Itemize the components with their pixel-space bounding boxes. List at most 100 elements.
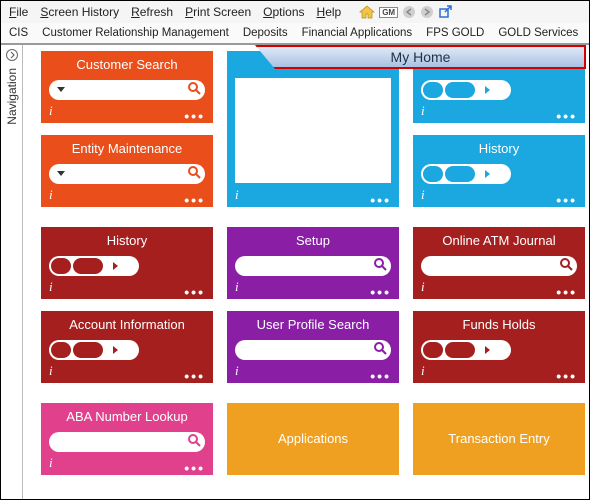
- info-icon[interactable]: i: [235, 363, 239, 379]
- tile-body: [235, 78, 391, 183]
- more-icon[interactable]: •••: [370, 373, 391, 379]
- toolbar-icons: GM: [359, 5, 452, 19]
- tile-title: History: [49, 233, 205, 248]
- tile-search-input[interactable]: [49, 432, 205, 452]
- tile-history-blue[interactable]: History i •••: [413, 135, 585, 207]
- tile-title: Setup: [235, 233, 391, 248]
- tile-pill-nav[interactable]: [421, 164, 511, 184]
- more-icon[interactable]: •••: [184, 373, 205, 379]
- content-area: My Home Customer Search i••• En: [23, 45, 589, 499]
- tile-title: Account Information: [49, 317, 205, 332]
- more-icon[interactable]: •••: [556, 197, 577, 203]
- tile-customer-search[interactable]: Customer Search i •••: [41, 51, 213, 123]
- menu-options[interactable]: Options: [263, 5, 304, 19]
- tile-history-maroon[interactable]: History i •••: [41, 227, 213, 299]
- tile-setup[interactable]: Setup i •••: [227, 227, 399, 299]
- tile-online-atm[interactable]: Online ATM Journal i •••: [413, 227, 585, 299]
- info-icon[interactable]: i: [235, 279, 239, 295]
- gm-icon[interactable]: GM: [379, 7, 398, 18]
- tile-search-input[interactable]: [49, 80, 205, 100]
- dropdown-icon[interactable]: [57, 171, 65, 176]
- menu-screen-history[interactable]: Screen History: [40, 5, 119, 19]
- search-icon[interactable]: [559, 257, 573, 274]
- tiles-wrap: Customer Search i ••• Entity Maintenance: [41, 51, 579, 475]
- menu-refresh[interactable]: Refresh: [131, 5, 173, 19]
- more-icon[interactable]: •••: [370, 289, 391, 295]
- tile-applications[interactable]: Applications: [227, 403, 399, 475]
- navbar: CIS Customer Relationship Management Dep…: [1, 23, 589, 45]
- main-area: Navigation My Home Customer Search i •••: [1, 45, 589, 499]
- home-icon[interactable]: [359, 5, 375, 19]
- forward-icon: [420, 5, 434, 19]
- search-icon[interactable]: [187, 165, 201, 182]
- nav-deposits[interactable]: Deposits: [243, 27, 288, 39]
- tile-search-input[interactable]: [421, 256, 577, 276]
- my-home-banner[interactable]: My Home: [255, 45, 586, 69]
- tile-pill-nav[interactable]: [421, 80, 511, 100]
- dropdown-icon[interactable]: [57, 87, 65, 92]
- search-icon[interactable]: [187, 433, 201, 450]
- info-icon[interactable]: i: [49, 363, 53, 379]
- tile-title: Applications: [235, 431, 391, 446]
- more-icon[interactable]: •••: [184, 465, 205, 471]
- tile-pill-nav[interactable]: [421, 340, 511, 360]
- info-icon[interactable]: i: [235, 187, 239, 203]
- more-icon[interactable]: •••: [370, 197, 391, 203]
- tile-entity-maintenance[interactable]: Entity Maintenance i •••: [41, 135, 213, 207]
- info-icon[interactable]: i: [49, 103, 53, 119]
- more-icon[interactable]: •••: [556, 373, 577, 379]
- tile-pill-nav[interactable]: [49, 340, 139, 360]
- more-icon[interactable]: •••: [184, 113, 205, 119]
- tile-search-input[interactable]: [235, 340, 391, 360]
- more-icon[interactable]: •••: [184, 289, 205, 295]
- nav-finapps[interactable]: Financial Applications: [302, 27, 413, 39]
- menu-help[interactable]: Help: [317, 5, 342, 19]
- tile-title: Transaction Entry: [421, 431, 577, 446]
- tile-funds-holds[interactable]: Funds Holds i •••: [413, 311, 585, 383]
- tile-title: History: [421, 141, 577, 156]
- tile-group-1: Customer Search i ••• Entity Maintenance: [41, 51, 579, 207]
- nav-fpsgold[interactable]: FPS GOLD: [426, 27, 484, 39]
- chevron-right-icon: [6, 49, 18, 64]
- nav-cis[interactable]: CIS: [9, 27, 28, 39]
- banner-title: My Home: [391, 49, 451, 65]
- tile-account-info[interactable]: Account Information i •••: [41, 311, 213, 383]
- info-icon[interactable]: i: [421, 187, 425, 203]
- info-icon[interactable]: i: [421, 279, 425, 295]
- tile-group-3: ABA Number Lookup i ••• Applications Tran…: [41, 403, 579, 475]
- tile-user-profile[interactable]: User Profile Search i •••: [227, 311, 399, 383]
- tile-search-input[interactable]: [49, 164, 205, 184]
- info-icon[interactable]: i: [49, 279, 53, 295]
- menu-print-screen[interactable]: Print Screen: [185, 5, 251, 19]
- more-icon[interactable]: •••: [556, 113, 577, 119]
- tile-group-2: History i••• Setup i••• Onli: [41, 227, 579, 383]
- tile-title: Online ATM Journal: [421, 233, 577, 248]
- tile-recent[interactable]: Rec i•••: [227, 51, 399, 207]
- tile-transaction-entry[interactable]: Transaction Entry: [413, 403, 585, 475]
- nav-goldsrv[interactable]: GOLD Services: [498, 27, 578, 39]
- tile-aba-lookup[interactable]: ABA Number Lookup i •••: [41, 403, 213, 475]
- back-icon: [402, 5, 416, 19]
- search-icon[interactable]: [373, 341, 387, 358]
- more-icon[interactable]: •••: [184, 197, 205, 203]
- menu-file[interactable]: File: [9, 5, 28, 19]
- search-icon[interactable]: [373, 257, 387, 274]
- tile-title: Funds Holds: [421, 317, 577, 332]
- tile-title: ABA Number Lookup: [49, 409, 205, 424]
- menubar: File Screen History Refresh Print Screen…: [1, 1, 589, 23]
- popout-icon[interactable]: [438, 5, 452, 19]
- info-icon[interactable]: i: [49, 455, 53, 471]
- tile-search-input[interactable]: [235, 256, 391, 276]
- search-icon[interactable]: [187, 81, 201, 98]
- info-icon[interactable]: i: [421, 103, 425, 119]
- info-icon[interactable]: i: [421, 363, 425, 379]
- tile-title: Entity Maintenance: [49, 141, 205, 156]
- tile-title: Customer Search: [49, 57, 205, 72]
- info-icon[interactable]: i: [49, 187, 53, 203]
- tile-title: User Profile Search: [235, 317, 391, 332]
- navigation-label: Navigation: [5, 68, 19, 125]
- navigation-side-tab[interactable]: Navigation: [1, 45, 23, 499]
- nav-crm[interactable]: Customer Relationship Management: [42, 27, 229, 39]
- tile-pill-nav[interactable]: [49, 256, 139, 276]
- more-icon[interactable]: •••: [556, 289, 577, 295]
